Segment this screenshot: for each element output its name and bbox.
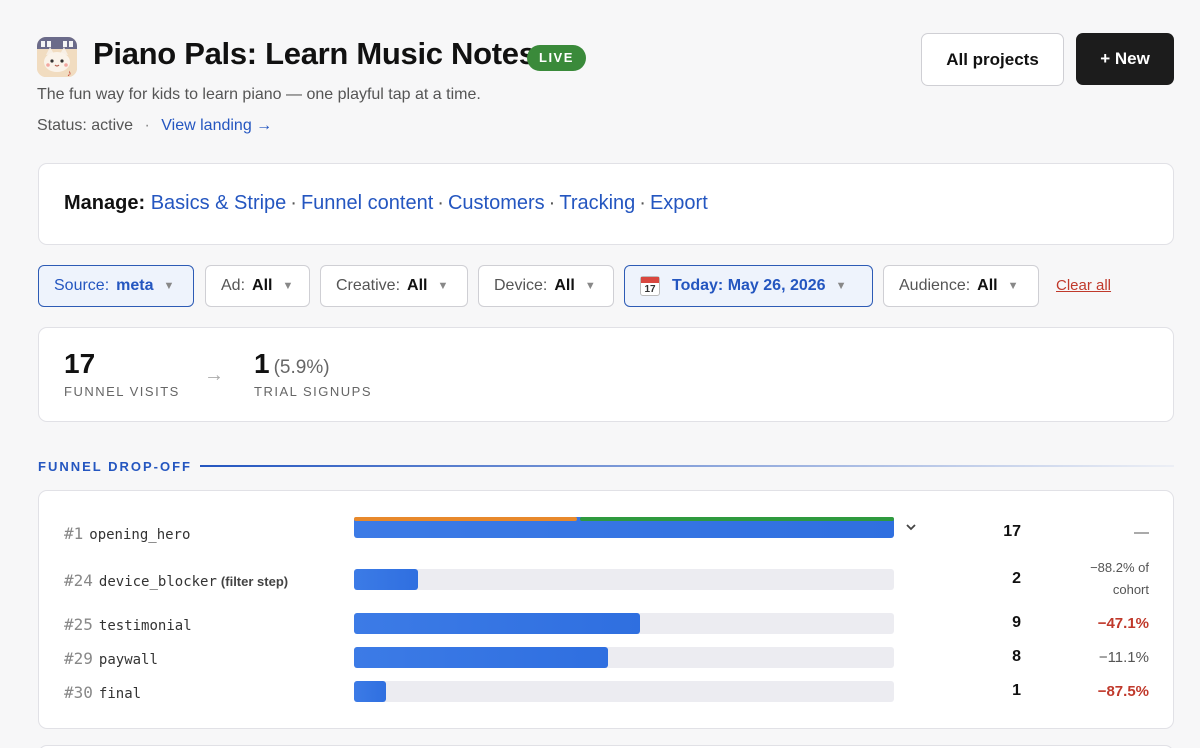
manage-separator: ·: [290, 192, 297, 214]
view-landing-link[interactable]: View landing →: [161, 117, 272, 134]
step-name: testimonial: [98, 618, 192, 634]
funnel-dropoff-card: #1 opening_hero 17 — #24 device_blocker (fi…: [38, 490, 1174, 729]
caret-down-icon: ▼: [282, 280, 294, 292]
manage-link-tracking[interactable]: Tracking: [559, 192, 635, 214]
funnel-step-label: #30 final: [64, 683, 141, 702]
chevron-down-icon[interactable]: [905, 521, 917, 533]
step-number: #30: [64, 683, 93, 702]
creative-filter-value: All: [407, 277, 428, 294]
arrow-right-icon: →: [204, 364, 224, 386]
page-subtitle: The fun way for kids to learn piano — on…: [37, 86, 481, 103]
step-name: final: [98, 686, 142, 702]
manage-separator: ·: [639, 192, 646, 214]
step-number: #25: [64, 615, 93, 634]
funnel-bar: [354, 647, 609, 668]
manage-link-customers[interactable]: Customers: [448, 192, 545, 214]
step-delta: −47.1%: [1097, 615, 1149, 632]
status-separator: ·: [144, 117, 150, 134]
funnel-split-segment-b: [579, 517, 894, 521]
funnel-step-label: #24 device_blocker (filter step): [64, 571, 288, 590]
step-delta-line: cohort: [1112, 582, 1149, 597]
step-delta: −87.5%: [1097, 683, 1149, 700]
svg-text:♪: ♪: [67, 68, 72, 77]
step-note: (filter step): [220, 574, 289, 589]
date-filter-value: Today: May 26, 2026: [672, 277, 826, 294]
step-name: device_blocker: [98, 574, 217, 590]
funnel-step-label: #25 testimonial: [64, 615, 192, 634]
audience-filter[interactable]: Audience: All ▼: [883, 265, 1039, 307]
step-count: 2: [1012, 570, 1021, 587]
step-delta: −11.1%: [1098, 649, 1149, 666]
all-projects-button[interactable]: All projects: [921, 33, 1064, 86]
funnel-bar-track: [354, 681, 894, 702]
status-line: Status: active · View landing →: [37, 117, 272, 135]
trial-signups-value: 1: [254, 348, 270, 379]
manage-links: Manage: Basics & Stripe · Funnel content · C…: [64, 192, 708, 215]
step-count: 17: [1003, 523, 1021, 540]
clear-all-filters-link[interactable]: Clear all: [1056, 277, 1111, 294]
app-icon: ♪: [37, 37, 77, 77]
audience-filter-value: All: [977, 277, 998, 294]
step-number: #1: [64, 524, 84, 543]
stats-card: 17 FUNNEL VISITS → 1 (5.9%) TRIAL SIGNUPS: [38, 327, 1174, 422]
funnel-visits-label: FUNNEL VISITS: [64, 384, 180, 399]
new-project-button[interactable]: + New: [1076, 33, 1174, 85]
status-badge: LIVE: [527, 45, 586, 71]
caret-down-icon: ▼: [1007, 280, 1019, 292]
step-name: opening_hero: [89, 527, 191, 543]
manage-card: Manage: Basics & Stripe · Funnel content · C…: [38, 163, 1174, 245]
caret-down-icon: ▼: [584, 280, 596, 292]
ad-filter-label: Ad:: [221, 277, 246, 294]
step-delta: −88.2% of cohort: [1029, 557, 1149, 601]
manage-link-basics-stripe[interactable]: Basics & Stripe: [151, 192, 287, 214]
step-count: 9: [1012, 614, 1021, 631]
step-number: #24: [64, 571, 93, 590]
manage-label: Manage:: [64, 192, 146, 214]
audience-filter-label: Audience:: [899, 277, 971, 294]
trial-signups-percent: (5.9%): [273, 357, 330, 378]
manage-link-funnel-content[interactable]: Funnel content: [301, 192, 433, 214]
funnel-split-segment-a: [354, 517, 577, 521]
caret-down-icon: ▼: [163, 280, 175, 292]
manage-link-export[interactable]: Export: [650, 192, 708, 214]
page-title: Piano Pals: Learn Music Notes: [93, 36, 536, 71]
step-name: paywall: [98, 652, 158, 668]
funnel-bar-track: [354, 613, 894, 634]
calendar-icon: 17: [640, 276, 660, 296]
status-text: Status: active: [37, 117, 134, 134]
source-filter-label: Source:: [54, 277, 110, 294]
manage-separator: ·: [548, 192, 556, 214]
source-filter[interactable]: Source: meta ▼: [38, 265, 194, 307]
funnel-bar-track: [354, 647, 894, 668]
source-filter-value: meta: [116, 277, 154, 294]
funnel-step-label: #29 paywall: [64, 649, 158, 668]
funnel-bar: [354, 569, 418, 590]
caret-down-icon: ▼: [437, 280, 449, 292]
step-count: 8: [1012, 648, 1021, 665]
funnel-bar-track: [354, 569, 894, 590]
trial-signups-label: TRIAL SIGNUPS: [254, 384, 372, 399]
step-delta: —: [1134, 524, 1149, 541]
trial-signups-metric: 1 (5.9%): [254, 348, 330, 380]
creative-filter[interactable]: Creative: All ▼: [320, 265, 468, 307]
funnel-step-label: #1 opening_hero: [64, 524, 190, 543]
step-count: 1: [1012, 682, 1021, 699]
funnel-visits-value: 17: [64, 348, 96, 379]
device-filter-value: All: [554, 277, 575, 294]
ad-filter-value: All: [252, 277, 273, 294]
device-filter[interactable]: Device: All ▼: [478, 265, 614, 307]
section-divider: [200, 465, 1174, 467]
funnel-bar: [354, 613, 640, 634]
date-filter[interactable]: 17 Today: May 26, 2026 ▼: [624, 265, 873, 307]
device-filter-label: Device:: [494, 277, 548, 294]
ad-filter[interactable]: Ad: All ▼: [205, 265, 310, 307]
funnel-dropoff-heading: FUNNEL DROP-OFF: [38, 459, 192, 474]
step-delta-line: −88.2% of: [1090, 560, 1149, 575]
caret-down-icon: ▼: [835, 280, 847, 292]
manage-separator: ·: [437, 192, 444, 214]
creative-filter-label: Creative:: [336, 277, 401, 294]
step-number: #29: [64, 649, 93, 668]
funnel-bar: [354, 681, 386, 702]
calendar-icon-day: 17: [644, 284, 656, 295]
